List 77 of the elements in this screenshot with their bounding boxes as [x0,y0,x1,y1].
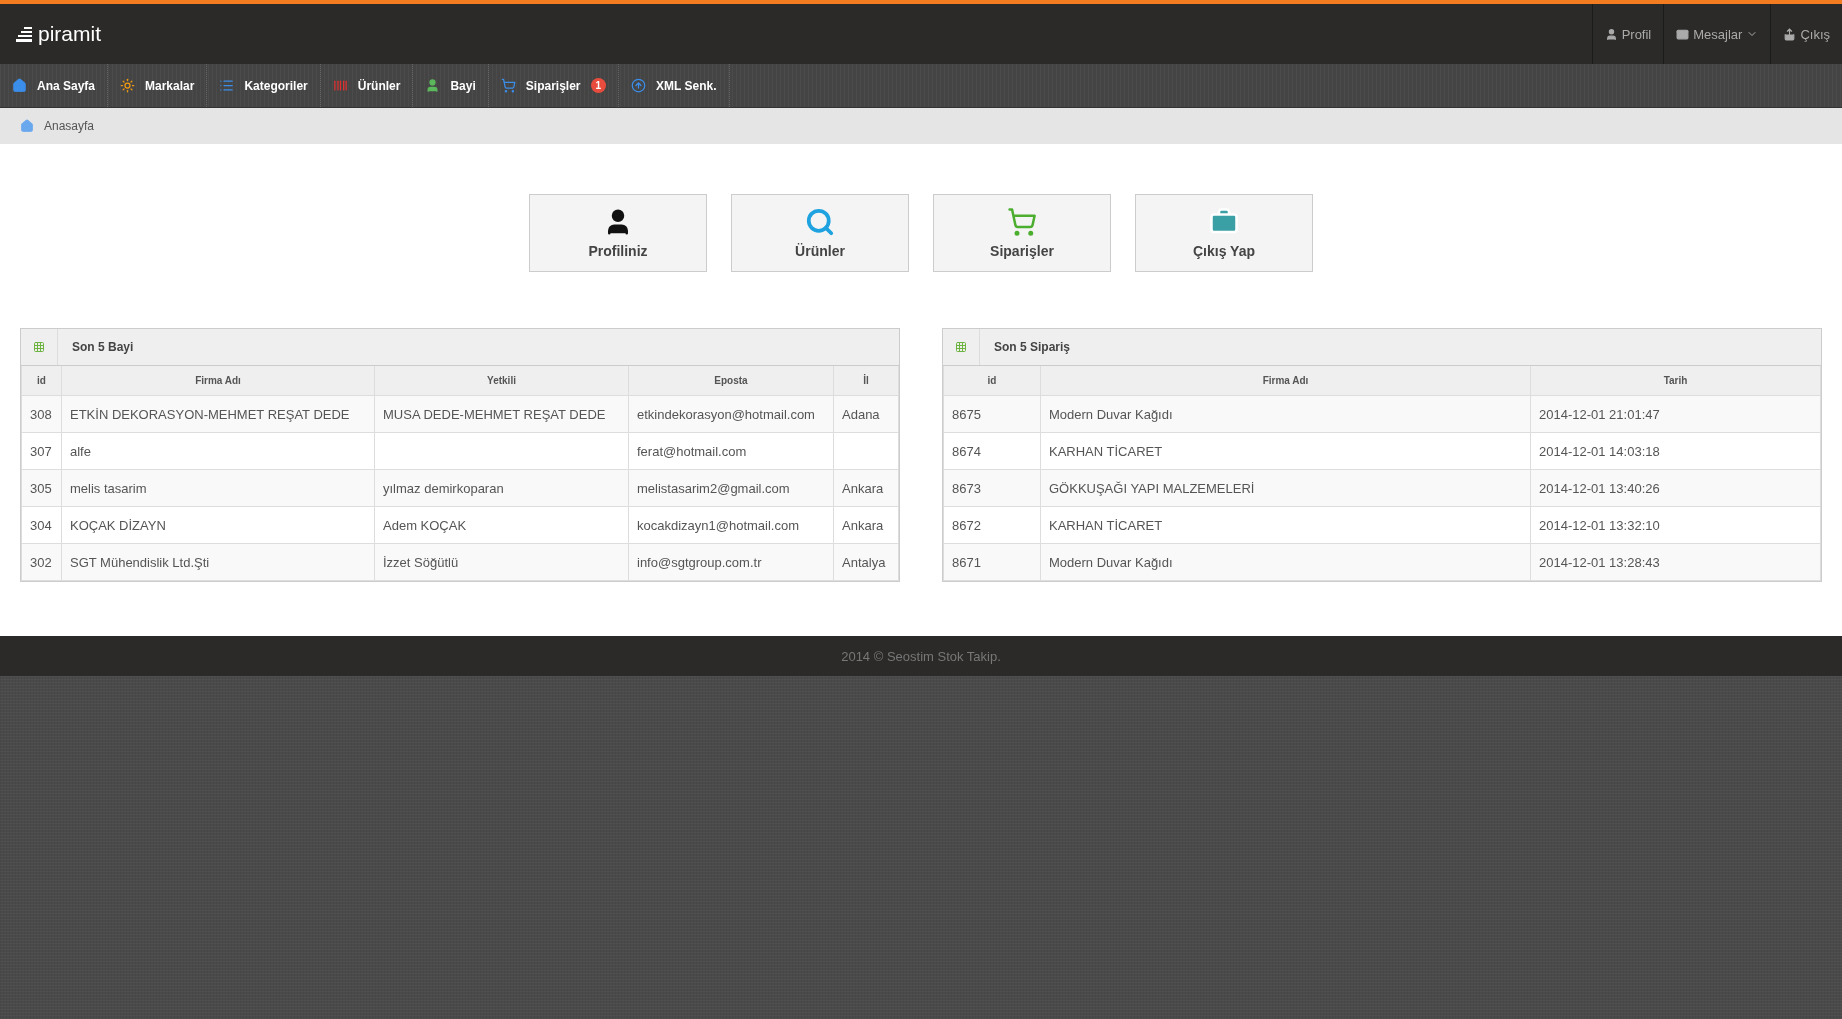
column-header: Tarih [1530,366,1821,396]
breadcrumb-link[interactable]: Anasayfa [44,119,95,133]
shortcut-button[interactable]: Profiliniz [529,194,707,272]
table-cell: KARHAN TİCARET [1040,506,1531,544]
table-cell: ferat@hotmail.com [628,432,834,470]
cart-icon [1007,207,1037,237]
table-cell: etkindekorasyon@hotmail.com [628,395,834,433]
brand-name: piramit [38,22,101,46]
table-cell: İzzet Söğütlü [374,543,629,581]
home-icon [12,78,27,93]
home-icon [20,119,34,133]
table-cell: GÖKKUŞAĞI YAPI MALZEMELERİ [1040,469,1531,507]
panel-title: Son 5 Sipariş [993,340,1071,354]
table-cell: Adem KOÇAK [374,506,629,544]
table-cell: 307 [21,432,62,470]
table-cell: Modern Duvar Kağıdı [1040,543,1531,581]
nav-link[interactable]: Markalar [108,64,208,107]
user-icon [425,78,441,93]
list-icon [219,78,235,93]
table-cell: Ankara [833,469,899,507]
table-cell: 8674 [943,432,1041,470]
search-icon [805,207,835,237]
footer-text: 2014 © Seostim Stok Takip. [841,648,1001,664]
table-cell: kocakdizayn1@hotmail.com [628,506,834,544]
sun-icon [120,78,136,93]
column-header: Yetkili [374,366,629,396]
grid-icon [33,341,45,353]
upload-icon [631,78,647,93]
table-cell: KOÇAK DİZAYN [61,506,375,544]
barcode-icon [332,78,348,93]
table-cell: 8672 [943,506,1041,544]
column-header: id [943,366,1041,396]
table-cell: KARHAN TİCARET [1040,432,1531,470]
table-cell: SGT Mühendislik Ltd.Şti [61,543,375,581]
table-cell: 308 [21,395,62,433]
table-cell: 2014-12-01 14:03:18 [1530,432,1821,470]
table-cell: 302 [21,543,62,581]
table-cell: Adana [833,395,899,433]
table-cell: 8675 [943,395,1041,433]
nav-link[interactable]: Kategoriler [207,64,321,107]
table-cell: alfe [61,432,375,470]
column-header: Firma Adı [61,366,375,396]
column-header: Firma Adı [1040,366,1531,396]
column-header: Eposta [628,366,834,396]
user-icon [1604,27,1618,41]
column-header: İl [833,366,899,396]
table-cell: 2014-12-01 21:01:47 [1530,395,1821,433]
table-cell: 305 [21,469,62,507]
table-cell: 2014-12-01 13:40:26 [1530,469,1821,507]
table-cell: 2014-12-01 13:28:43 [1530,543,1821,581]
table-cell: 8673 [943,469,1041,507]
nav-link[interactable]: Ürünler [320,64,414,107]
nav-link[interactable]: Bayi [413,64,489,107]
cart-icon [500,78,516,93]
shortcut-button[interactable]: Çıkış Yap [1135,194,1313,272]
column-header: id [21,366,62,396]
count-badge: 1 [590,78,607,93]
table-cell: Modern Duvar Kağıdı [1040,395,1531,433]
shortcut-button[interactable]: Siparişler [933,194,1111,272]
table-cell [833,432,899,470]
table-cell: 8671 [943,543,1041,581]
nav-link[interactable]: Ana Sayfa [0,64,109,107]
table-cell: Ankara [833,506,899,544]
table-cell: MUSA DEDE-MEHMET REŞAT DEDE [374,395,629,433]
table-cell: info@sgtgroup.com.tr [628,543,834,581]
table-cell: yılmaz demirkoparan [374,469,629,507]
shortcut-button[interactable]: Ürünler [731,194,909,272]
table-cell: 304 [21,506,62,544]
table-cell: 2014-12-01 13:32:10 [1530,506,1821,544]
table-cell: Antalya [833,543,899,581]
panel-title: Son 5 Bayi [71,340,134,354]
nav-link[interactable]: Siparişler 1 [488,64,620,107]
nav-link[interactable]: XML Senk. [619,64,730,107]
table-cell: melis tasarim [61,469,375,507]
table-cell: ETKİN DEKORASYON-MEHMET REŞAT DEDE [61,395,375,433]
grid-icon [955,341,967,353]
table-cell: melistasarim2@gmail.com [628,469,834,507]
